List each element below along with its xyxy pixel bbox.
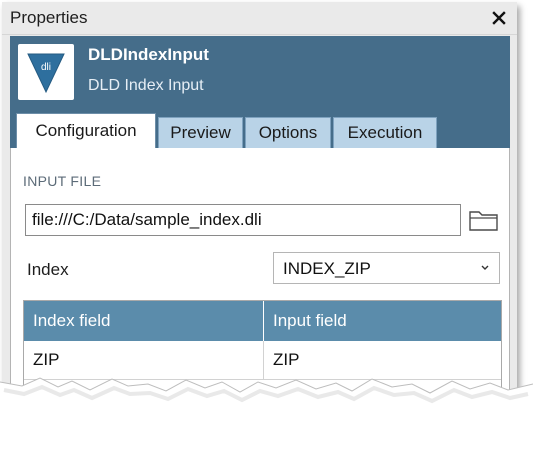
tab-preview[interactable]: Preview <box>158 117 243 148</box>
window-title: Properties <box>10 8 88 27</box>
dropdown-chevron <box>479 259 491 282</box>
column-header-index-field[interactable]: Index field <box>24 301 264 341</box>
tab-configuration[interactable]: Configuration <box>16 113 156 148</box>
component-icon: dli <box>18 44 74 100</box>
close-icon <box>492 11 506 25</box>
tab-execution[interactable]: Execution <box>333 117 437 148</box>
title-bar: Properties <box>2 2 517 35</box>
column-header-input-field[interactable]: Input field <box>264 301 501 341</box>
tab-label: Configuration <box>35 121 137 140</box>
tab-label: Preview <box>170 123 231 142</box>
tab-options[interactable]: Options <box>245 117 331 148</box>
index-label: Index <box>27 260 69 279</box>
close-button[interactable] <box>489 8 509 28</box>
component-description: DLD Index Input <box>88 77 204 94</box>
dli-icon: dli <box>27 53 65 94</box>
component-name: DLDIndexInput <box>88 45 209 64</box>
table-header-row: Index field Input field <box>24 301 501 341</box>
torn-edge-decoration <box>0 377 533 452</box>
input-file-label: INPUT FILE <box>23 173 102 189</box>
browse-folder-button[interactable] <box>468 207 500 233</box>
index-selected-value: INDEX_ZIP <box>283 259 371 278</box>
input-file-field[interactable] <box>25 204 461 236</box>
chevron-down-icon <box>481 265 489 270</box>
index-dropdown[interactable]: INDEX_ZIP <box>273 252 500 284</box>
dli-icon-text: dli <box>41 62 51 73</box>
folder-icon <box>469 211 498 231</box>
component-header: dli DLDIndexInput DLD Index Input Config… <box>10 36 510 148</box>
tab-label: Execution <box>347 123 423 142</box>
tab-label: Options <box>258 123 318 142</box>
